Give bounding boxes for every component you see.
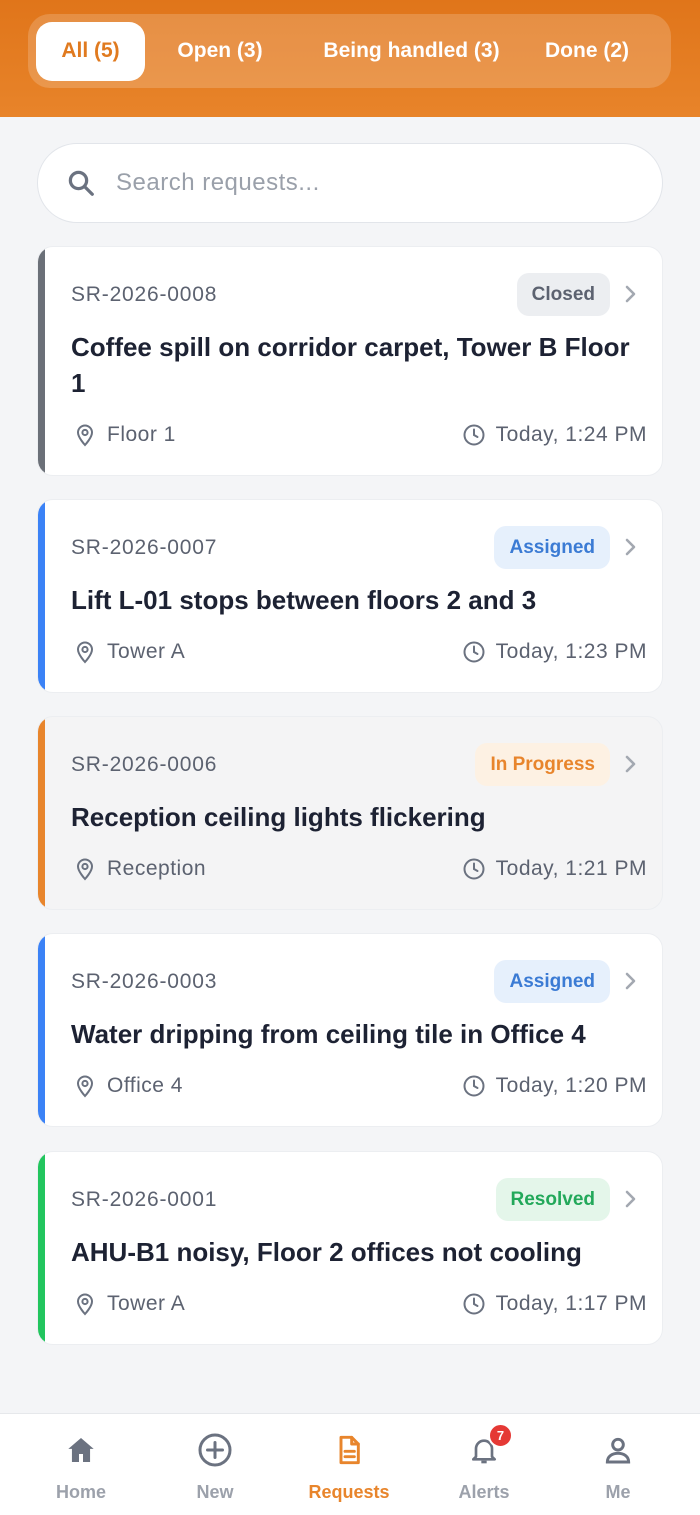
request-time: Today, 1:17 PM — [462, 1292, 647, 1316]
status-badge: Resolved — [495, 1178, 610, 1221]
status-badge: Assigned — [494, 960, 610, 1003]
time-label: Today, 1:17 PM — [495, 1292, 647, 1315]
request-time: Today, 1:23 PM — [462, 640, 647, 664]
search-input[interactable] — [116, 169, 596, 197]
request-id: SR-2026-0008 — [71, 283, 218, 306]
request-card[interactable]: SR-2026-0006 In Progress Reception ceili… — [37, 716, 663, 910]
location-label: Reception — [107, 857, 207, 880]
location-label: Tower A — [107, 640, 186, 663]
request-title: AHU-B1 noisy, Floor 2 offices not coolin… — [71, 1237, 582, 1267]
bottom-nav: Home New Requests 7 Alerts Me — [0, 1413, 700, 1515]
request-title: Lift L-01 stops between floors 2 and 3 — [71, 585, 537, 615]
request-location: Tower A — [75, 1292, 185, 1316]
tab-all[interactable]: All (5) — [36, 21, 145, 81]
location-pin-icon — [76, 641, 94, 664]
time-label: Today, 1:20 PM — [495, 1074, 647, 1097]
location-label: Floor 1 — [107, 423, 176, 446]
request-card[interactable]: SR-2026-0008 Closed Coffee spill on corr… — [37, 246, 663, 476]
request-title: Reception ceiling lights flickering — [71, 802, 486, 832]
request-time: Today, 1:24 PM — [462, 423, 647, 447]
request-time: Today, 1:21 PM — [462, 857, 647, 881]
plus-circle-icon — [198, 1433, 232, 1467]
tab-done[interactable]: Done (2) — [528, 22, 646, 81]
status-accent-bar — [38, 247, 45, 475]
status-accent-bar — [38, 1152, 45, 1344]
location-label: Tower A — [107, 1292, 186, 1315]
document-icon — [339, 1435, 360, 1465]
request-id: SR-2026-0006 — [71, 753, 218, 776]
time-label: Today, 1:23 PM — [495, 640, 647, 663]
search-icon — [68, 170, 94, 196]
clock-icon — [463, 424, 485, 446]
request-location: Office 4 — [75, 1074, 183, 1098]
tab-open[interactable]: Open (3) — [145, 22, 295, 81]
clock-icon — [463, 1293, 485, 1315]
request-location: Floor 1 — [75, 423, 176, 447]
nav-label: Home — [55, 1482, 106, 1502]
search-bar — [37, 143, 663, 223]
tab-being-handled[interactable]: Being handled (3) — [295, 22, 528, 81]
header: All (5) Open (3) Being handled (3) Done … — [0, 0, 700, 117]
nav-home[interactable]: Home — [14, 1414, 148, 1515]
status-badge: Assigned — [494, 526, 610, 569]
chevron-right-icon — [625, 538, 636, 556]
nav-new[interactable]: New — [148, 1414, 282, 1515]
location-pin-icon — [76, 1293, 94, 1316]
nav-label: Me — [605, 1482, 631, 1502]
status-accent-bar — [38, 717, 45, 909]
request-id: SR-2026-0001 — [71, 1188, 218, 1211]
clock-icon — [463, 641, 485, 663]
chevron-right-icon — [625, 285, 636, 303]
home-icon — [68, 1438, 94, 1462]
nav-label: Requests — [308, 1482, 390, 1502]
request-location: Reception — [75, 857, 206, 881]
chevron-right-icon — [625, 1190, 636, 1208]
clock-icon — [463, 1075, 485, 1097]
nav-alerts[interactable]: 7 Alerts — [417, 1414, 551, 1515]
request-time: Today, 1:20 PM — [462, 1074, 647, 1098]
request-card[interactable]: SR-2026-0003 Assigned Water dripping fro… — [37, 933, 663, 1127]
nav-label: New — [196, 1482, 234, 1502]
request-title: Coffee spill on corridor carpet, Tower B… — [71, 332, 630, 398]
user-icon — [605, 1437, 631, 1464]
status-badge: In Progress — [475, 743, 610, 786]
request-id: SR-2026-0007 — [71, 536, 218, 559]
request-location: Tower A — [75, 640, 185, 664]
location-pin-icon — [76, 1075, 94, 1098]
nav-me[interactable]: Me — [551, 1414, 685, 1515]
chevron-right-icon — [625, 755, 636, 773]
request-id: SR-2026-0003 — [71, 970, 218, 993]
location-pin-icon — [76, 858, 94, 881]
nav-label: Alerts — [458, 1482, 510, 1502]
notification-badge: 7 — [488, 1423, 513, 1448]
request-title: Water dripping from ceiling tile in Offi… — [71, 1019, 586, 1049]
request-card[interactable]: SR-2026-0007 Assigned Lift L-01 stops be… — [37, 499, 663, 693]
status-accent-bar — [38, 934, 45, 1126]
chevron-right-icon — [625, 972, 636, 990]
location-label: Office 4 — [107, 1074, 183, 1097]
time-label: Today, 1:21 PM — [495, 857, 647, 880]
status-accent-bar — [38, 500, 45, 692]
request-card[interactable]: SR-2026-0001 Resolved AHU-B1 noisy, Floo… — [37, 1151, 663, 1345]
clock-icon — [463, 858, 485, 880]
filter-tabs: All (5) Open (3) Being handled (3) Done … — [28, 14, 671, 88]
status-badge: Closed — [516, 273, 610, 316]
time-label: Today, 1:24 PM — [495, 423, 647, 446]
nav-requests[interactable]: Requests — [282, 1414, 416, 1515]
location-pin-icon — [76, 424, 94, 447]
